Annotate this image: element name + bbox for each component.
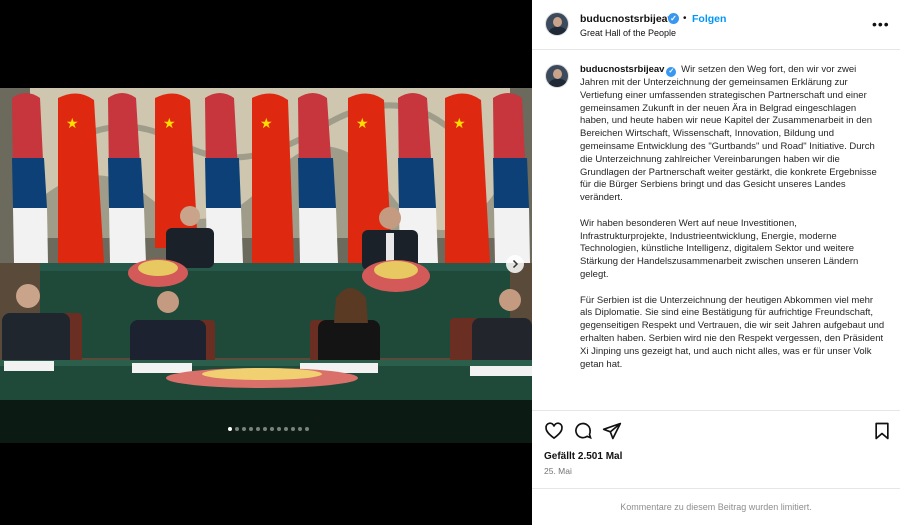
post-header: buducnostsrbijeav ✓ • Folgen Great Hall … [532, 0, 900, 50]
bookmark-icon[interactable] [872, 421, 892, 441]
caption-paragraph-3: Für Serbien ist die Unterzeichnung der h… [580, 294, 885, 370]
carousel-dot [284, 427, 288, 431]
signing-ceremony-image: ★ ★ ★ ★ ★ [0, 88, 532, 443]
carousel-dot [235, 427, 239, 431]
svg-text:★: ★ [260, 116, 273, 132]
carousel-dot [298, 427, 302, 431]
carousel-dot [242, 427, 246, 431]
svg-text:★: ★ [66, 116, 79, 132]
caption-text-1: Wir setzen den Weg fort, den wir vor zwe… [580, 64, 877, 204]
more-options-icon[interactable]: ••• [872, 16, 890, 32]
verified-badge-icon: ✓ [668, 13, 679, 24]
carousel-dot [256, 427, 260, 431]
comment-icon[interactable] [573, 421, 593, 441]
caption-paragraph-2: Wir haben besonderen Wert auf neue Inves… [580, 217, 859, 280]
avatar[interactable] [545, 12, 569, 36]
carousel-dot [270, 427, 274, 431]
likes-count[interactable]: Gefällt 2.501 Mal [544, 451, 622, 462]
carousel-dot [305, 427, 309, 431]
svg-text:★: ★ [453, 116, 466, 132]
comments-limited-notice: Kommentare zu diesem Beitrag wurden limi… [532, 488, 900, 525]
separator-dot: • [683, 13, 687, 24]
caption-username[interactable]: buducnostsrbijeav [580, 64, 664, 75]
carousel-indicator [228, 427, 309, 431]
heart-icon[interactable] [544, 421, 564, 441]
post-photo[interactable]: ★ ★ ★ ★ ★ [0, 88, 532, 443]
caption-paragraph-1: buducnostsrbijeav ✓ Wir setzen den Weg fo… [580, 64, 886, 205]
svg-text:★: ★ [163, 116, 176, 132]
svg-text:★: ★ [356, 116, 369, 132]
header-username[interactable]: buducnostsrbijeav [580, 13, 673, 25]
verified-badge-icon: ✓ [666, 67, 677, 77]
media-area: ★ ★ ★ ★ ★ [0, 0, 532, 525]
chevron-right-icon [512, 259, 519, 269]
caption-avatar[interactable] [545, 64, 569, 88]
carousel-dot [228, 427, 232, 431]
send-icon[interactable] [602, 421, 622, 441]
post-date: 25. Mai [544, 466, 572, 476]
action-bar [532, 410, 900, 448]
carousel-dot [291, 427, 295, 431]
carousel-dot [249, 427, 253, 431]
follow-button[interactable]: Folgen [692, 13, 726, 25]
carousel-dot [263, 427, 267, 431]
location-link[interactable]: Great Hall of the People [580, 28, 676, 38]
carousel-next-button[interactable] [506, 255, 524, 273]
carousel-dot [277, 427, 281, 431]
post-side-panel: buducnostsrbijeav ✓ • Folgen Great Hall … [532, 0, 900, 525]
post-caption: buducnostsrbijeav ✓ Wir setzen den Weg fo… [580, 64, 886, 384]
